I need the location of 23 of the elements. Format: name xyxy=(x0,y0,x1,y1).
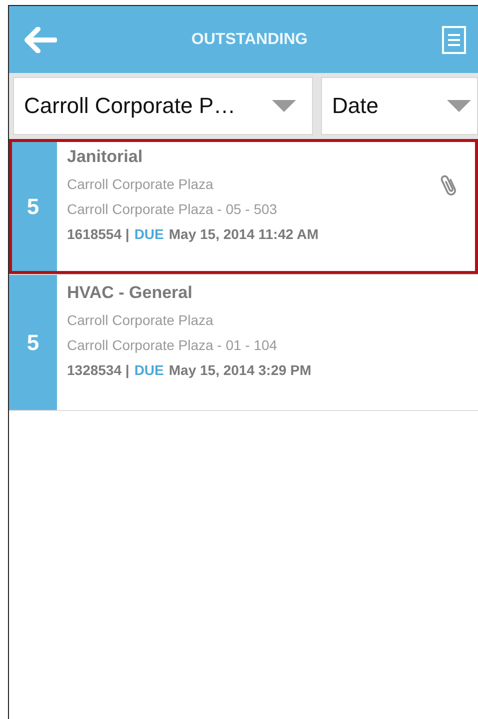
priority-number: 5 xyxy=(9,139,57,274)
work-order-item[interactable]: 5 HVAC - General Carroll Corporate Plaza Carroll Corporate Plaza - 01 - 104 1328534 | DUE May 15, 2014 3:29 PM xyxy=(9,275,478,411)
location-text: Carroll Corporate Plaza - 05 - 503 xyxy=(67,201,278,217)
work-order-title: HVAC - General xyxy=(67,283,194,303)
due-date: May 15, 2014 11:42 AM xyxy=(168,226,319,242)
caret-icon xyxy=(272,100,296,112)
work-order-item[interactable]: 5 Janitorial Carroll Corporate Plaza Carroll Corporate Plaza - 05 - 503 1618554 | DUE May 15, 2014 11:42 AM xyxy=(9,139,478,275)
order-number: 1618554 | xyxy=(67,226,130,242)
site-name: Carroll Corporate Plaza xyxy=(67,176,214,192)
due-date: May 15, 2014 3:29 PM xyxy=(168,362,312,378)
filter-dropdown[interactable]: Carroll Corporate P… xyxy=(13,77,313,135)
screen-title: OUTSTANDING xyxy=(191,30,308,48)
filter-dropdown[interactable]: Date xyxy=(321,77,478,135)
work-order-title: Janitorial xyxy=(67,147,144,167)
priority-number: 5 xyxy=(9,275,57,410)
back-icon[interactable] xyxy=(23,26,57,52)
list-icon[interactable] xyxy=(442,26,466,54)
caret-icon xyxy=(447,100,471,112)
order-number: 1328534 | xyxy=(67,362,130,378)
site-name: Carroll Corporate Plaza xyxy=(67,312,214,328)
location-text: Carroll Corporate Plaza - 01 - 104 xyxy=(67,337,278,353)
due-label: DUE xyxy=(134,226,164,242)
due-label: DUE xyxy=(134,362,164,378)
